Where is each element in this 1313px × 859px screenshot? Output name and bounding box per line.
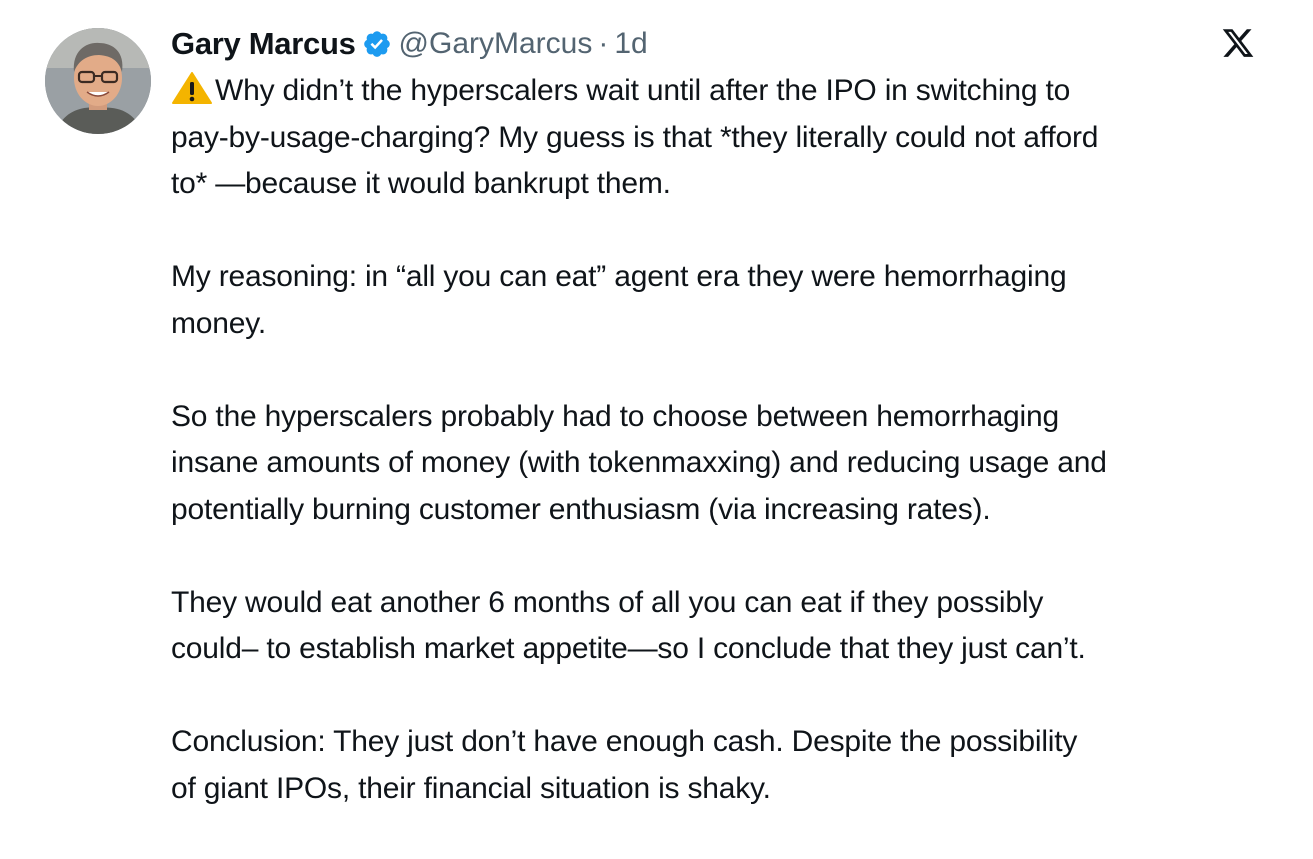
avatar-photo bbox=[45, 28, 151, 134]
tweet-paragraph-1: Why didn’t the hyperscalers wait until a… bbox=[171, 68, 1281, 208]
tweet-paragraph-3: So the hyperscalers probably had to choo… bbox=[171, 399, 1107, 526]
tweet-text: Why didn’t the hyperscalers wait until a… bbox=[171, 68, 1281, 859]
tweet-paragraph-4: They would eat another 6 months of all y… bbox=[171, 585, 1086, 666]
avatar[interactable] bbox=[45, 28, 151, 134]
x-logo-icon[interactable] bbox=[1220, 26, 1256, 60]
tweet-header: Gary Marcus @GaryMarcus · 1d bbox=[171, 22, 648, 66]
tweet-paragraph-2: My reasoning: in “all you can eat” agent… bbox=[171, 260, 1067, 340]
author-handle[interactable]: @GaryMarcus bbox=[399, 27, 593, 61]
verified-badge-icon bbox=[362, 29, 392, 59]
timestamp[interactable]: 1d bbox=[614, 27, 647, 61]
paragraph-text: Why didn’t the hyperscalers wait until a… bbox=[171, 74, 1099, 200]
tweet-card: Gary Marcus @GaryMarcus · 1d Why didn’t … bbox=[0, 0, 1313, 812]
separator-dot: · bbox=[598, 27, 609, 60]
warning-icon bbox=[171, 71, 213, 105]
tweet-paragraph-5: Conclusion: They just don’t have enough … bbox=[171, 725, 1078, 805]
author-name[interactable]: Gary Marcus bbox=[171, 26, 356, 62]
